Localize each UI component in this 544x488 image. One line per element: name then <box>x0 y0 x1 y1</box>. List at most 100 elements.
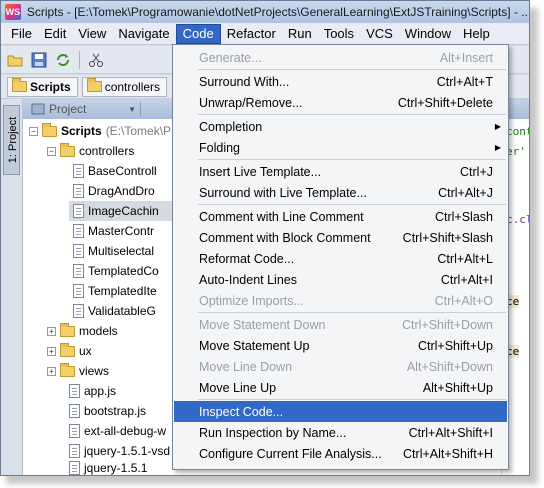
sync-icon[interactable] <box>53 50 73 70</box>
tree-file-selected[interactable]: ImageCachin <box>69 201 179 221</box>
js-file-icon <box>69 461 80 475</box>
menu-run[interactable]: Run <box>282 24 318 44</box>
menu-tools[interactable]: Tools <box>318 24 360 44</box>
menu-item-insert-live-template[interactable]: Insert Live Template... Ctrl+J <box>174 161 507 182</box>
webstorm-logo-icon: WS <box>5 4 21 20</box>
menu-item-label: Completion <box>199 119 263 134</box>
menu-item-label: Inspect Code... <box>199 404 284 419</box>
menu-item-label: Surround with Live Template... <box>199 185 367 200</box>
menu-item-comment-with-block-comment[interactable]: Comment with Block Comment Ctrl+Shift+Sla… <box>174 227 507 248</box>
project-view-selector[interactable]: Project ▼ <box>31 102 141 116</box>
file-icon <box>73 184 84 198</box>
tree-root-scripts[interactable]: − Scripts (E:\Tomek\P <box>29 121 171 141</box>
menu-item-shortcut: Ctrl+Shift+Down <box>401 317 493 332</box>
menu-item-surround-with-live-template[interactable]: Surround with Live Template... Ctrl+Alt+J <box>174 182 507 203</box>
menu-item-label: Optimize Imports... <box>199 293 304 308</box>
file-icon <box>73 304 84 318</box>
file-icon <box>73 224 84 238</box>
menu-item-label: Surround With... <box>199 74 290 89</box>
file-icon <box>73 244 84 258</box>
menu-view[interactable]: View <box>72 24 112 44</box>
menu-separator <box>198 159 506 160</box>
menu-item-comment-with-line-comment[interactable]: Comment with Line Comment Ctrl+Slash <box>174 206 507 227</box>
menu-item-shortcut: Ctrl+Alt+T <box>436 74 493 89</box>
menu-file[interactable]: File <box>5 24 38 44</box>
menu-item-label: Unwrap/Remove... <box>199 95 303 110</box>
tree-folder-controllers[interactable]: − controllers <box>47 141 134 161</box>
code-menu-dropdown: Generate... Alt+Insert Surround With... Ctr… <box>172 44 509 470</box>
menu-item-unwrap-remove[interactable]: Unwrap/Remove... Ctrl+Shift+Delete <box>174 92 507 113</box>
menu-item-move-line-up[interactable]: Move Line Up Alt+Shift+Up <box>174 377 507 398</box>
menu-separator <box>198 204 506 205</box>
menu-item-label: Move Line Up <box>199 380 277 395</box>
left-tool-strip: 1: Project <box>1 99 23 475</box>
menu-refactor[interactable]: Refactor <box>221 24 282 44</box>
menu-item-inspect-code[interactable]: Inspect Code... <box>174 401 507 422</box>
menu-navigate[interactable]: Navigate <box>112 24 175 44</box>
save-icon[interactable] <box>29 50 49 70</box>
breadcrumb-controllers[interactable]: controllers <box>81 76 168 97</box>
file-icon <box>73 204 84 218</box>
cut-icon[interactable] <box>86 50 106 70</box>
menu-bar: File Edit View Navigate Code Refactor Ru… <box>1 23 529 45</box>
submenu-arrow-icon: ▶ <box>494 122 501 131</box>
menu-item-shortcut: Ctrl+J <box>460 164 493 179</box>
tree-file[interactable]: ext-all-debug-w <box>69 421 166 441</box>
menu-item-shortcut: Ctrl+Alt+I <box>440 272 493 287</box>
menu-item-label: Move Statement Down <box>199 317 326 332</box>
tree-file[interactable]: Multiselectal <box>73 241 154 261</box>
menu-code[interactable]: Code <box>175 23 221 44</box>
tree-file[interactable]: TemplatedCo <box>73 261 159 281</box>
menu-separator <box>198 69 506 70</box>
menu-help[interactable]: Help <box>457 24 496 44</box>
menu-separator <box>198 114 506 115</box>
menu-item-optimize-imports: Optimize Imports... Ctrl+Alt+O <box>174 290 507 311</box>
tree-file[interactable]: MasterContr <box>73 221 154 241</box>
menu-item-move-statement-down: Move Statement Down Ctrl+Shift+Down <box>174 314 507 335</box>
project-icon <box>31 103 45 115</box>
file-icon <box>73 164 84 178</box>
tree-folder-models[interactable]: + models <box>47 321 118 341</box>
open-folder-icon[interactable] <box>5 50 25 70</box>
tree-file[interactable]: bootstrap.js <box>69 401 146 421</box>
tree-file[interactable]: jquery-1.5.1-vsd <box>69 441 170 461</box>
menu-item-auto-indent-lines[interactable]: Auto-Indent Lines Ctrl+Alt+I <box>174 269 507 290</box>
breadcrumb-scripts[interactable]: Scripts <box>7 76 78 97</box>
menu-item-reformat-code[interactable]: Reformat Code... Ctrl+Alt+L <box>174 248 507 269</box>
menu-item-shortcut: Ctrl+Alt+L <box>437 251 493 266</box>
expand-icon[interactable]: + <box>47 346 56 356</box>
tree-file[interactable]: jquery-1.5.1 <box>69 461 147 475</box>
menu-item-shortcut: Alt+Insert <box>439 50 493 65</box>
menu-item-completion[interactable]: Completion ▶ <box>174 116 507 137</box>
tree-folder-ux[interactable]: + ux <box>47 341 92 361</box>
menu-item-surround-with[interactable]: Surround With... Ctrl+Alt+T <box>174 71 507 92</box>
folder-icon <box>12 78 27 92</box>
menu-item-label: Configure Current File Analysis... <box>199 446 382 461</box>
menu-item-shortcut: Ctrl+Alt+Shift+H <box>403 446 493 461</box>
window-title: Scripts - [E:\Tomek\Programowanie\dotNet… <box>26 5 529 19</box>
tree-file[interactable]: DragAndDro <box>73 181 155 201</box>
folder-icon <box>60 362 75 377</box>
collapse-icon[interactable]: − <box>29 126 38 136</box>
menu-item-label: Comment with Line Comment <box>199 209 364 224</box>
expand-icon[interactable]: + <box>47 326 56 336</box>
menu-item-move-statement-up[interactable]: Move Statement Up Ctrl+Shift+Up <box>174 335 507 356</box>
tree-folder-views[interactable]: + views <box>47 361 109 381</box>
menu-item-run-inspection-by-name[interactable]: Run Inspection by Name... Ctrl+Alt+Shift+… <box>174 422 507 443</box>
tree-file[interactable]: app.js <box>69 381 116 401</box>
menu-item-shortcut: Alt+Shift+Up <box>422 380 493 395</box>
menu-edit[interactable]: Edit <box>38 24 72 44</box>
menu-item-configure-current-file-analysis[interactable]: Configure Current File Analysis... Ctrl+A… <box>174 443 507 464</box>
title-bar: WS Scripts - [E:\Tomek\Programowanie\dot… <box>1 1 529 23</box>
tree-file[interactable]: TemplatedIte <box>73 281 157 301</box>
tree-file[interactable]: BaseControll <box>73 161 157 181</box>
menu-vcs[interactable]: VCS <box>360 24 399 44</box>
project-tool-tab[interactable]: 1: Project <box>3 105 20 175</box>
menu-window[interactable]: Window <box>399 24 457 44</box>
menu-item-move-line-down: Move Line Down Alt+Shift+Down <box>174 356 507 377</box>
tree-file[interactable]: ValidatableG <box>73 301 156 321</box>
menu-item-folding[interactable]: Folding ▶ <box>174 137 507 158</box>
collapse-icon[interactable]: − <box>47 146 56 156</box>
menu-item-shortcut: Ctrl+Alt+J <box>438 185 493 200</box>
expand-icon[interactable]: + <box>47 366 56 376</box>
